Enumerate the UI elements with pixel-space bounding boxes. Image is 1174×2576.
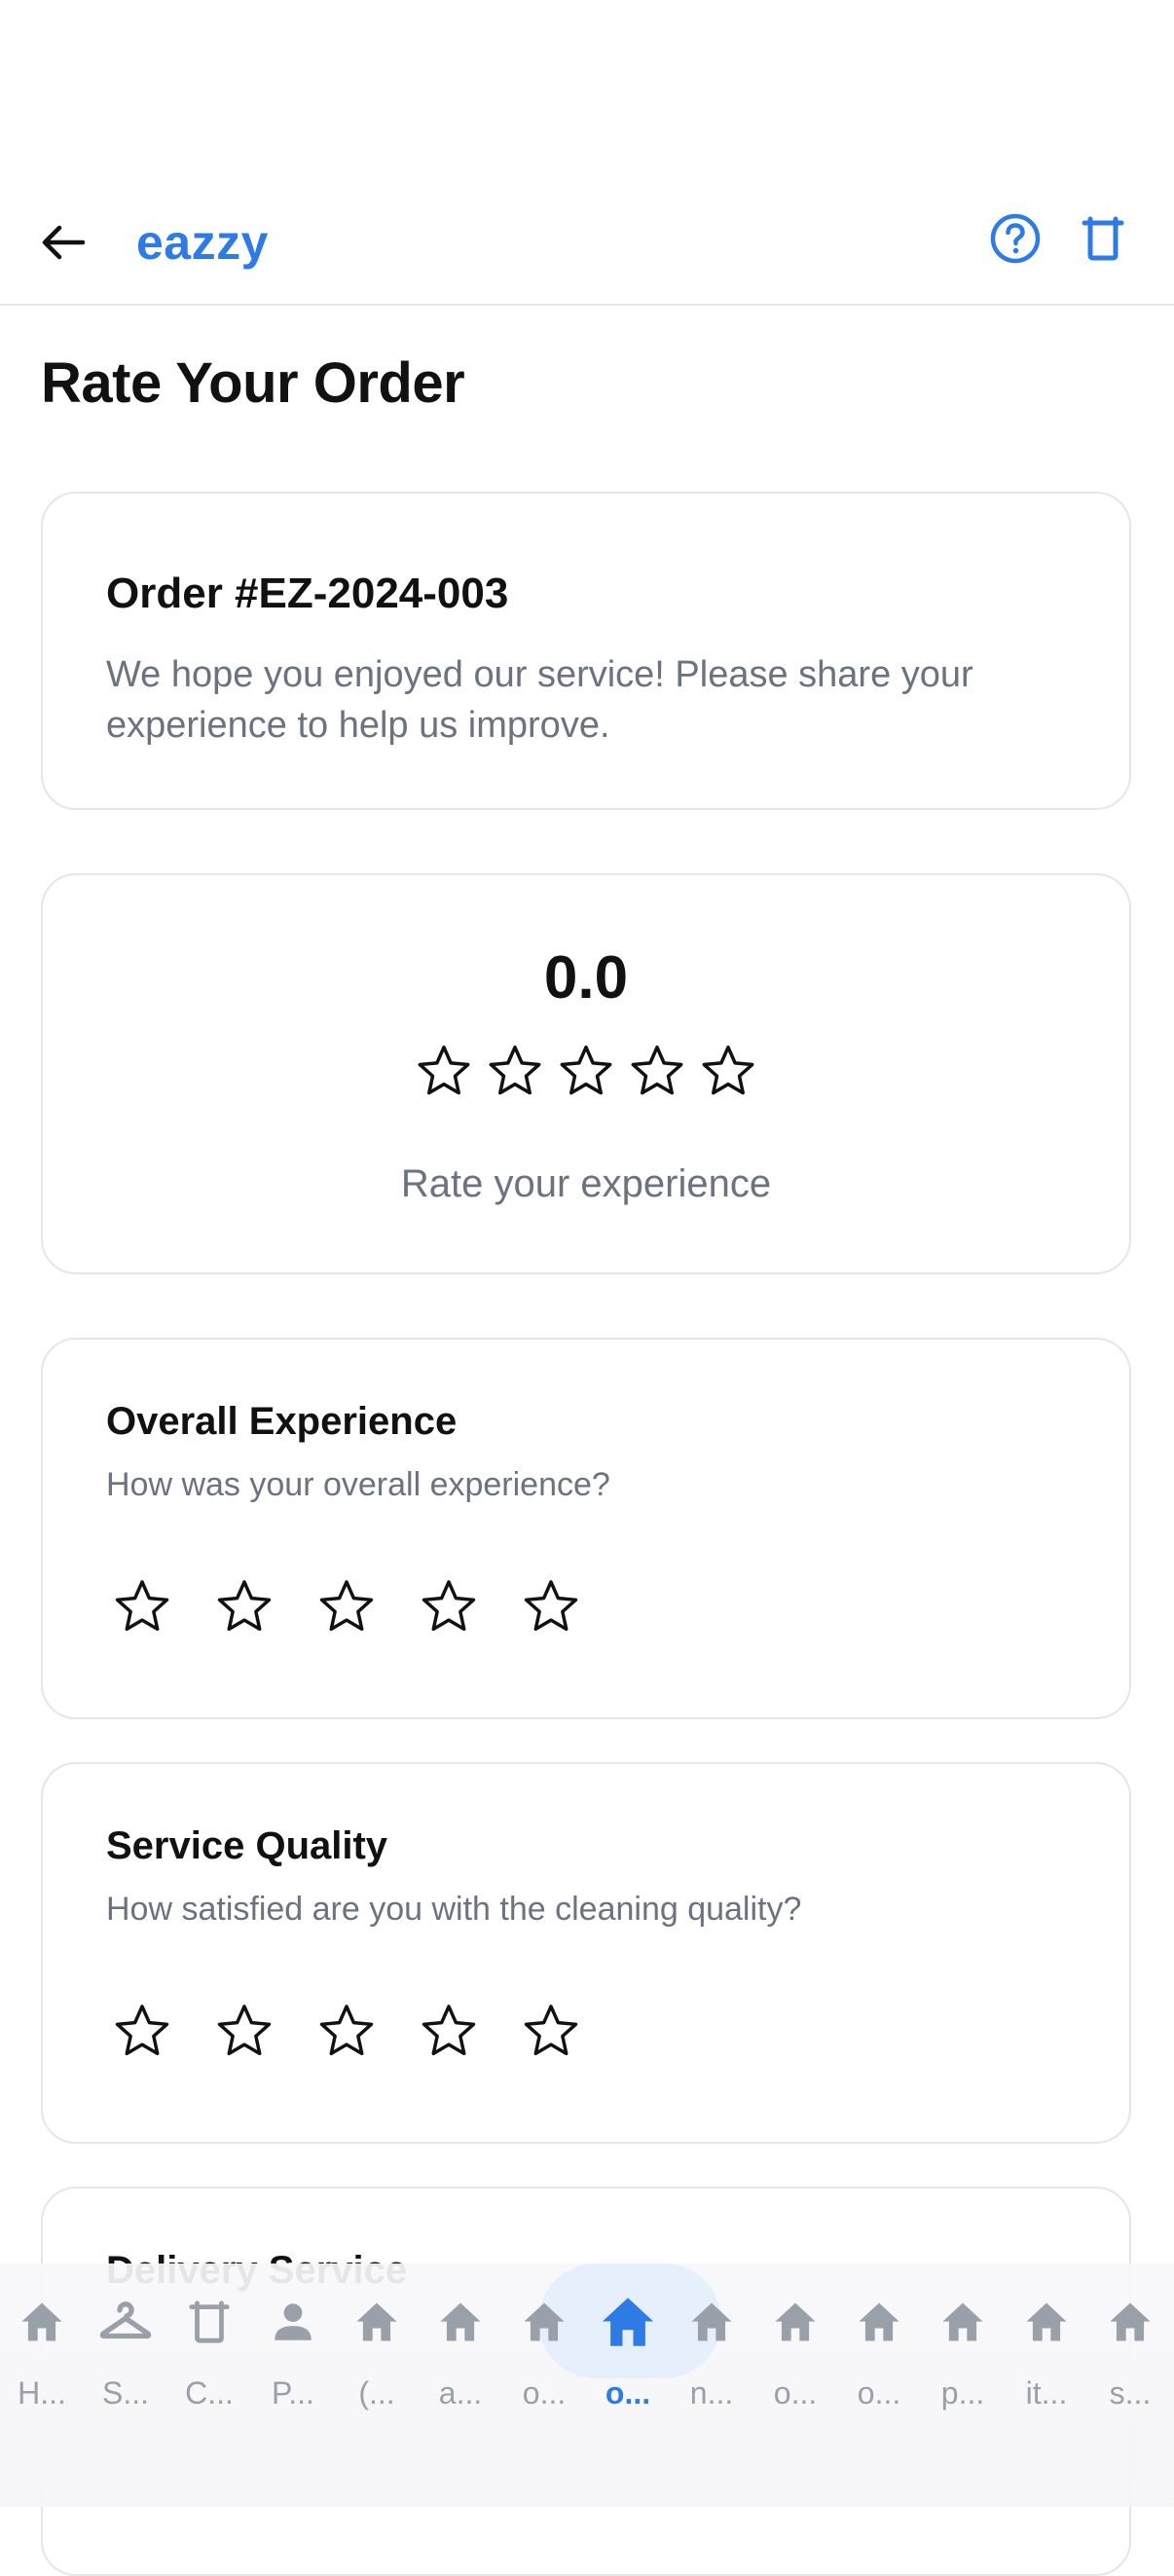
page-title: Rate Your Order	[41, 351, 465, 415]
category-title: Overall Experience	[106, 1400, 458, 1443]
category-subtitle: How satisfied are you with the cleaning …	[106, 1891, 802, 1928]
tab-item-active[interactable]: o...	[586, 2263, 670, 2419]
rating-category-card: Service Quality How satisfied are you wi…	[41, 1762, 1131, 2144]
back-button[interactable]	[29, 208, 97, 276]
bucket-icon	[1082, 216, 1124, 261]
rating-category-card: Overall Experience How was your overall …	[41, 1338, 1131, 1719]
basket-button[interactable]	[1069, 204, 1137, 273]
category-star-rating	[111, 2000, 582, 2062]
tab-home[interactable]: H...	[0, 2263, 84, 2419]
tab-label: o...	[605, 2375, 651, 2410]
star-icon[interactable]	[213, 1575, 275, 1638]
tab-item[interactable]: o...	[837, 2263, 921, 2419]
tab-item[interactable]: a...	[419, 2263, 502, 2419]
app-header: eazzy	[0, 175, 1174, 306]
tab-label: P...	[272, 2375, 314, 2410]
order-description: We hope you enjoyed our service! Please …	[106, 654, 973, 746]
home-icon	[440, 2302, 481, 2341]
rating-score: 0.0	[543, 944, 629, 1012]
home-icon	[602, 2298, 654, 2346]
home-icon	[859, 2302, 899, 2341]
tab-cart[interactable]: C...	[167, 2263, 251, 2419]
home-icon	[1110, 2302, 1151, 2341]
tab-label: p...	[940, 2375, 985, 2410]
tab-label: (...	[358, 2375, 395, 2410]
category-star-rating	[111, 1575, 582, 1638]
tab-item[interactable]: s...	[1088, 2263, 1172, 2419]
star-icon[interactable]	[418, 1575, 480, 1638]
star-icon[interactable]	[213, 2000, 275, 2062]
home-icon	[691, 2302, 732, 2341]
tab-label: o...	[522, 2375, 567, 2410]
order-info-card: Order #EZ-2024-003 We hope you enjoyed o…	[41, 492, 1131, 810]
overall-star-rating	[43, 1041, 1129, 1101]
home-icon	[775, 2302, 816, 2341]
tab-profile[interactable]: P...	[251, 2263, 335, 2419]
star-icon[interactable]	[111, 2000, 173, 2062]
tab-label: S...	[101, 2375, 149, 2410]
home-icon	[942, 2302, 983, 2341]
bottom-tab-bar: H... S... C... P... (... a... o... o... …	[0, 2263, 1174, 2507]
tab-item[interactable]: n...	[670, 2263, 753, 2419]
help-circle-icon	[990, 213, 1041, 264]
tab-label: s...	[1109, 2375, 1152, 2410]
category-subtitle: How was your overall experience?	[106, 1466, 610, 1503]
home-icon	[1026, 2302, 1067, 2341]
tab-item[interactable]: it...	[1005, 2263, 1088, 2419]
category-title: Service Quality	[106, 1824, 388, 1867]
star-icon[interactable]	[556, 1041, 616, 1101]
tab-label: a...	[438, 2375, 483, 2410]
star-icon[interactable]	[111, 1575, 173, 1638]
star-icon[interactable]	[418, 2000, 480, 2062]
order-number: Order #EZ-2024-003	[106, 570, 509, 617]
star-icon[interactable]	[414, 1041, 474, 1101]
tab-label: C...	[185, 2375, 234, 2410]
tab-item[interactable]: p...	[921, 2263, 1005, 2419]
tab-label: o...	[773, 2375, 818, 2410]
star-icon[interactable]	[520, 2000, 582, 2062]
star-icon[interactable]	[627, 1041, 687, 1101]
tab-label: it...	[1025, 2375, 1068, 2410]
arrow-left-icon	[42, 225, 86, 260]
tab-label: H...	[18, 2375, 66, 2410]
tab-item[interactable]: (...	[335, 2263, 419, 2419]
tab-item[interactable]: o...	[753, 2263, 837, 2419]
tab-services[interactable]: S...	[84, 2263, 167, 2419]
help-button[interactable]	[981, 204, 1049, 273]
star-icon[interactable]	[315, 2000, 378, 2062]
overall-rating-card: 0.0 Rate your experience	[41, 873, 1131, 1274]
home-icon	[21, 2302, 62, 2341]
star-icon[interactable]	[315, 1575, 378, 1638]
brand-logo-text[interactable]: eazzy	[136, 208, 269, 276]
home-icon	[356, 2302, 397, 2341]
star-icon[interactable]	[698, 1041, 758, 1101]
rating-hint: Rate your experience	[400, 1162, 772, 1205]
person-icon	[275, 2303, 312, 2340]
tab-label: o...	[857, 2375, 901, 2410]
home-icon	[524, 2302, 565, 2341]
bucket-icon	[189, 2300, 230, 2343]
hanger-icon	[99, 2301, 152, 2339]
tab-label: n...	[689, 2375, 734, 2410]
star-icon[interactable]	[520, 1575, 582, 1638]
star-icon[interactable]	[485, 1041, 545, 1101]
tab-item[interactable]: o...	[502, 2263, 586, 2419]
